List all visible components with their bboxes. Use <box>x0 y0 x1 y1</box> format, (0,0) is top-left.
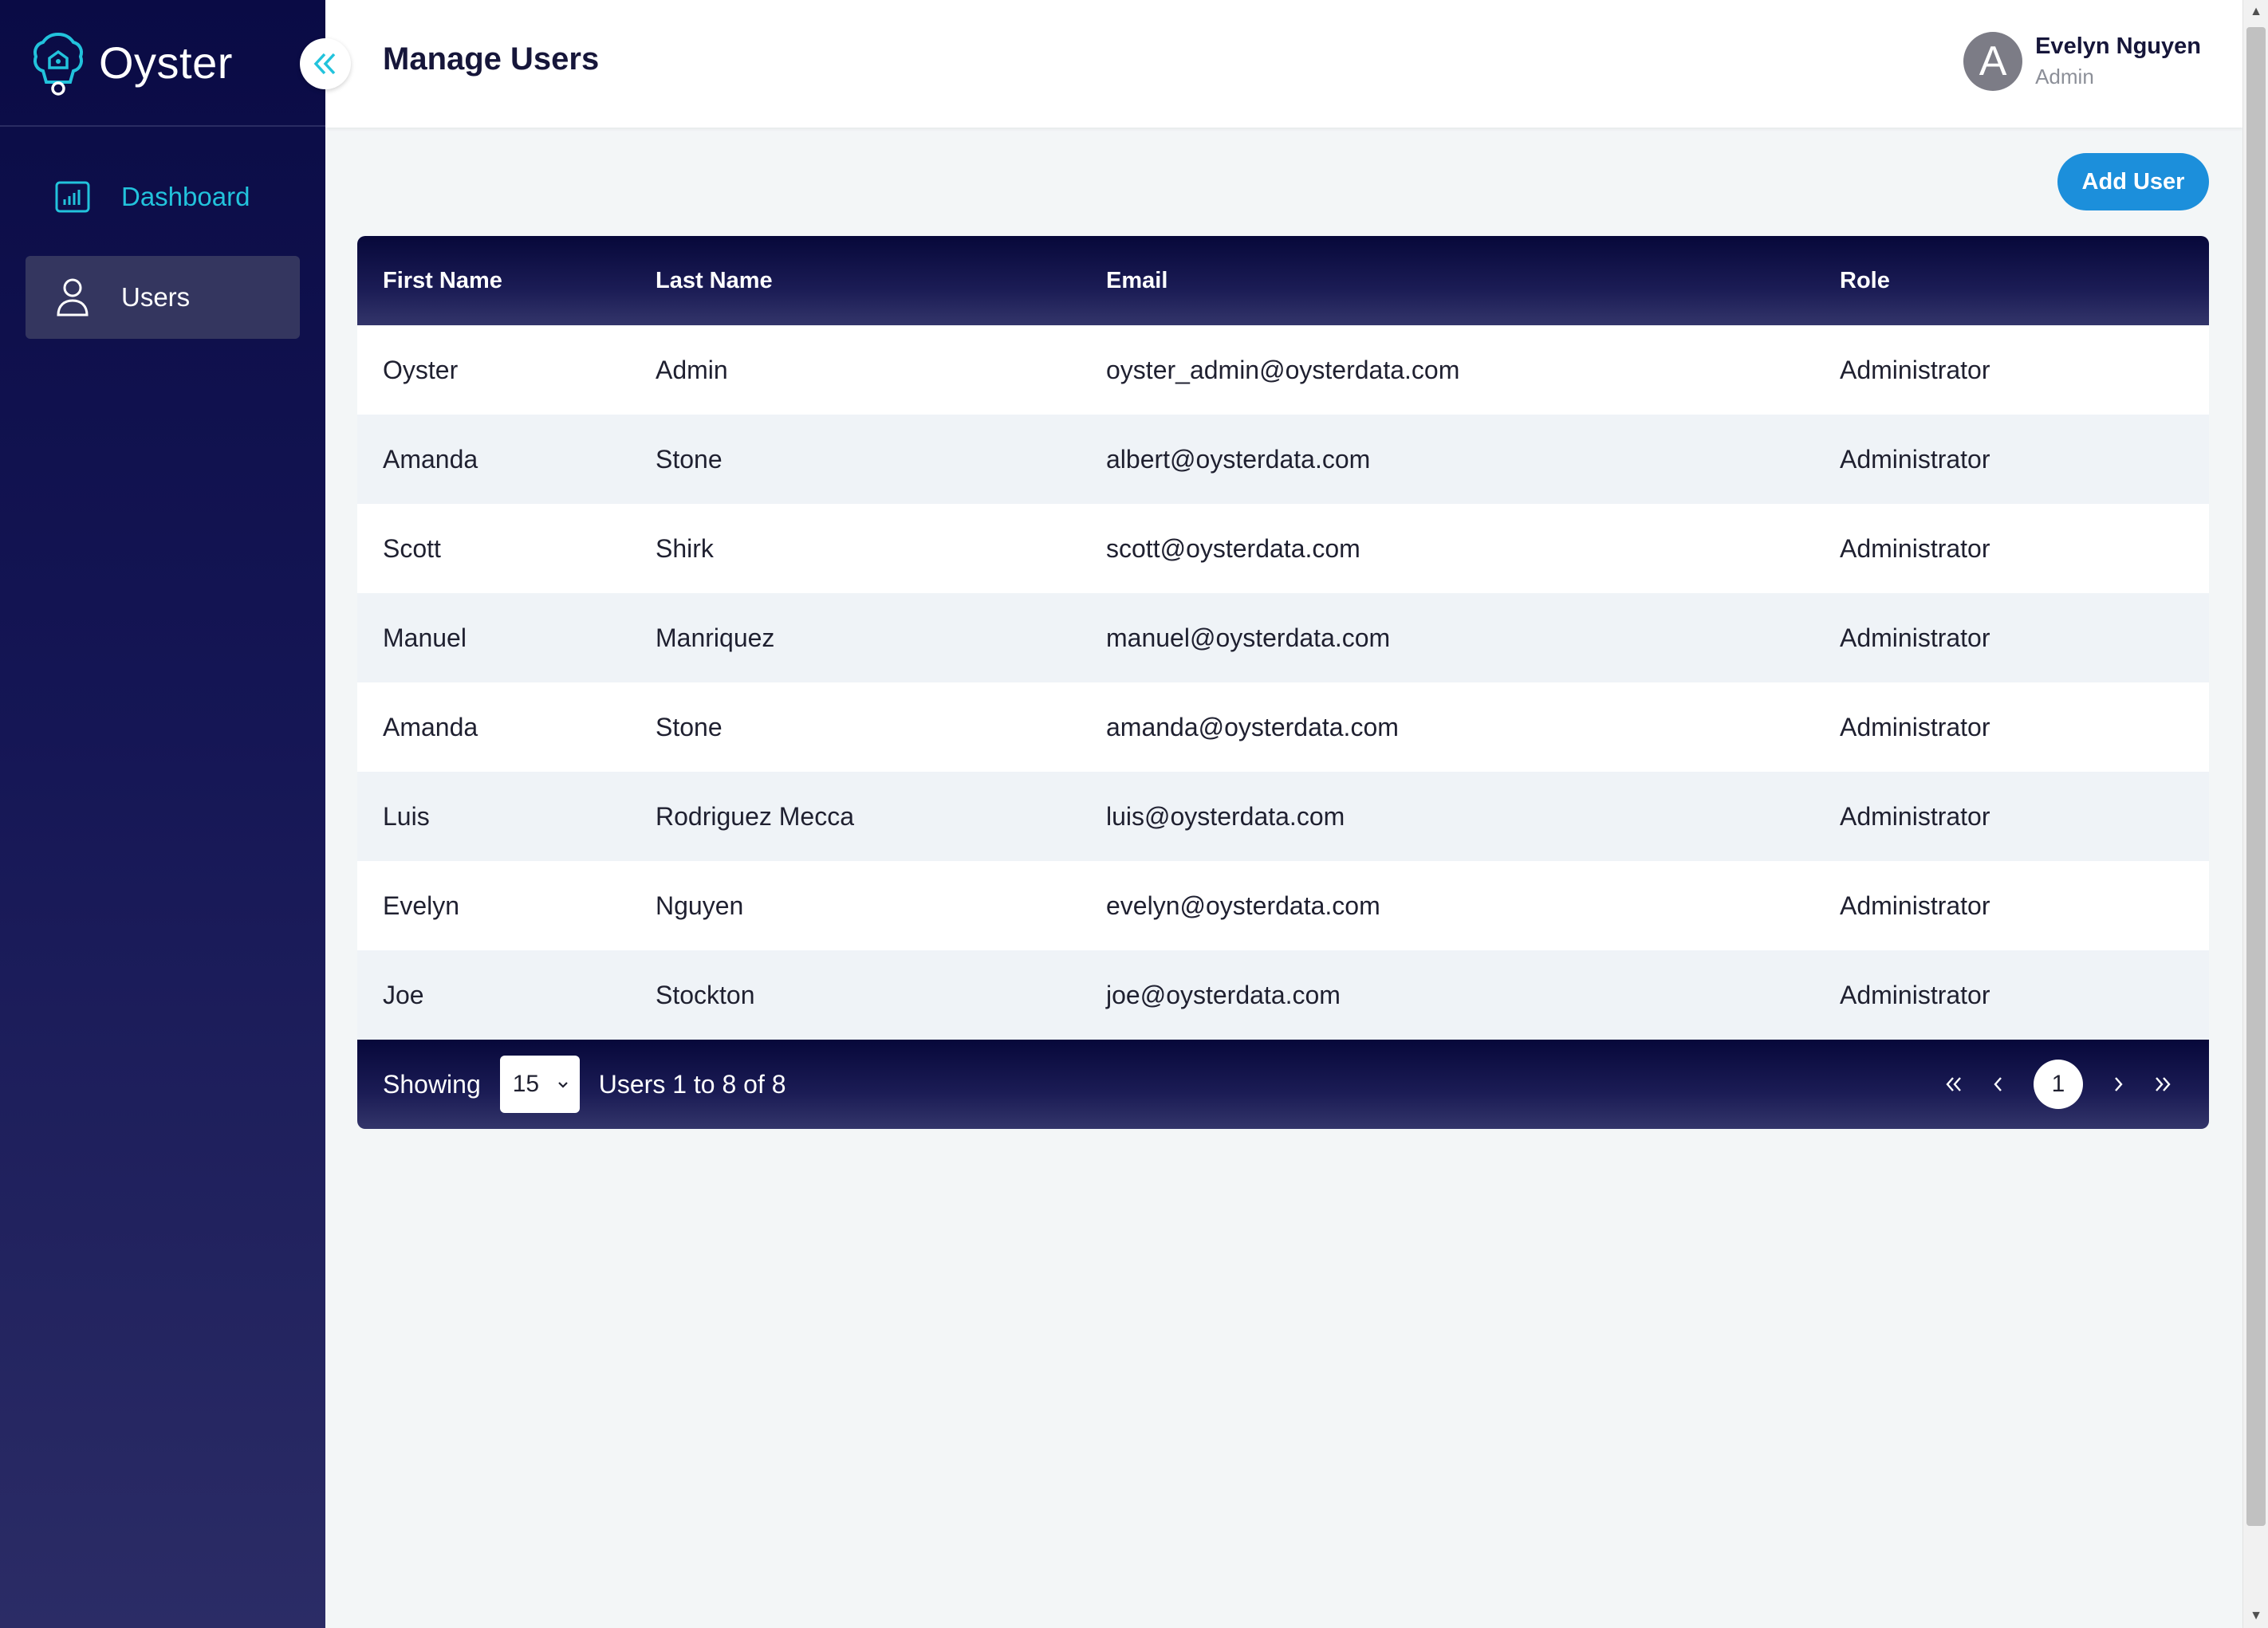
cell-first-name: Manuel <box>383 623 467 652</box>
double-chevron-left-icon <box>1946 1077 1961 1091</box>
next-page-button[interactable] <box>2096 1062 2140 1107</box>
user-name: Evelyn Nguyen <box>2035 33 2201 59</box>
oyster-logo-icon <box>33 32 83 96</box>
vertical-scrollbar[interactable]: ▲ ▼ <box>2242 0 2268 1628</box>
cell-first-name: Amanda <box>383 444 478 474</box>
sidebar: Oyster Dashboard Users <box>0 0 325 1628</box>
cell-last-name: Shirk <box>656 533 714 563</box>
users-table: First Name Last Name Email Role Oyster A… <box>357 236 2209 1129</box>
chevron-left-icon <box>1994 1077 2002 1091</box>
cell-last-name: Rodriguez Mecca <box>656 801 854 831</box>
chevron-down-icon <box>557 1082 568 1088</box>
sidebar-item-label: Dashboard <box>121 182 250 211</box>
cell-last-name: Nguyen <box>656 891 744 920</box>
pagination: 1 <box>1931 1040 2185 1129</box>
app-name: Oyster <box>99 37 233 88</box>
cell-email: joe@oysterdata.com <box>1106 980 1341 1009</box>
add-user-button[interactable]: Add User <box>2057 153 2209 210</box>
avatar: A <box>1963 32 2023 91</box>
page-size-value: 15 <box>512 1071 540 1097</box>
brand: Oyster <box>0 0 325 127</box>
table-row[interactable]: Luis Rodriguez Mecca luis@oysterdata.com… <box>357 772 2209 861</box>
scroll-up-arrow-icon[interactable]: ▲ <box>2243 0 2268 24</box>
user-role: Admin <box>2035 65 2094 88</box>
cell-first-name: Luis <box>383 801 430 831</box>
column-header-email[interactable]: Email <box>1106 268 1840 294</box>
cell-role: Administrator <box>1840 891 1990 920</box>
chevron-right-icon <box>2115 1077 2123 1091</box>
cell-role: Administrator <box>1840 623 1990 652</box>
column-header-last-name[interactable]: Last Name <box>656 268 1106 294</box>
cell-first-name: Oyster <box>383 355 459 384</box>
cell-role: Administrator <box>1840 801 1990 831</box>
range-label: Users 1 to 8 of 8 <box>598 1069 786 1099</box>
table-row[interactable]: Scott Shirk scott@oysterdata.com Adminis… <box>357 504 2209 593</box>
page-number-button[interactable]: 1 <box>2034 1060 2083 1109</box>
column-header-role[interactable]: Role <box>1840 268 2209 294</box>
scroll-down-arrow-icon[interactable]: ▼ <box>2243 1604 2268 1628</box>
cell-last-name: Admin <box>656 355 728 384</box>
bar-chart-icon <box>53 177 93 217</box>
last-page-button[interactable] <box>2140 1062 2185 1107</box>
double-chevron-left-icon <box>313 53 336 75</box>
cell-email: scott@oysterdata.com <box>1106 533 1360 563</box>
top-header: Manage Users A Evelyn Nguyen Admin <box>325 0 2242 128</box>
cell-first-name: Evelyn <box>383 891 460 920</box>
cell-role: Administrator <box>1840 444 1990 474</box>
cell-first-name: Amanda <box>383 712 478 741</box>
column-header-first-name[interactable]: First Name <box>357 268 656 294</box>
cell-last-name: Stone <box>656 712 723 741</box>
table-row[interactable]: Joe Stockton joe@oysterdata.com Administ… <box>357 950 2209 1040</box>
cell-role: Administrator <box>1840 980 1990 1009</box>
sidebar-item-dashboard[interactable]: Dashboard <box>26 155 300 238</box>
cell-last-name: Stockton <box>656 980 755 1009</box>
cell-first-name: Joe <box>383 980 424 1009</box>
table-footer: Showing 15 Users 1 to 8 of 8 1 <box>357 1040 2209 1129</box>
page-title: Manage Users <box>383 41 600 77</box>
cell-first-name: Scott <box>383 533 441 563</box>
cell-role: Administrator <box>1840 712 1990 741</box>
cell-email: amanda@oysterdata.com <box>1106 712 1399 741</box>
user-info: Evelyn Nguyen Admin <box>2035 33 2201 89</box>
cell-email: albert@oysterdata.com <box>1106 444 1371 474</box>
first-page-button[interactable] <box>1931 1062 1976 1107</box>
table-row[interactable]: Evelyn Nguyen evelyn@oysterdata.com Admi… <box>357 861 2209 950</box>
sidebar-item-label: Users <box>121 282 191 312</box>
cell-email: evelyn@oysterdata.com <box>1106 891 1380 920</box>
scrollbar-thumb[interactable] <box>2246 27 2266 1526</box>
double-chevron-right-icon <box>2156 1077 2171 1091</box>
cell-role: Administrator <box>1840 355 1990 384</box>
cell-role: Administrator <box>1840 533 1990 563</box>
table-header: First Name Last Name Email Role <box>357 236 2209 325</box>
table-row[interactable]: Manuel Manriquez manuel@oysterdata.com A… <box>357 593 2209 682</box>
table-row[interactable]: Amanda Stone amanda@oysterdata.com Admin… <box>357 682 2209 772</box>
sidebar-nav: Dashboard Users <box>0 127 325 339</box>
cell-email: luis@oysterdata.com <box>1106 801 1345 831</box>
user-menu[interactable]: A Evelyn Nguyen Admin <box>1963 32 2201 91</box>
cell-last-name: Manriquez <box>656 623 775 652</box>
cell-last-name: Stone <box>656 444 723 474</box>
table-row[interactable]: Oyster Admin oyster_admin@oysterdata.com… <box>357 325 2209 415</box>
table-row[interactable]: Amanda Stone albert@oysterdata.com Admin… <box>357 415 2209 504</box>
user-icon <box>53 277 93 317</box>
sidebar-item-users[interactable]: Users <box>26 256 300 339</box>
cell-email: manuel@oysterdata.com <box>1106 623 1391 652</box>
collapse-sidebar-button[interactable] <box>300 38 351 89</box>
previous-page-button[interactable] <box>1976 1062 2021 1107</box>
cell-email: oyster_admin@oysterdata.com <box>1106 355 1460 384</box>
page-size-select[interactable]: 15 <box>499 1056 580 1113</box>
showing-label: Showing <box>383 1069 481 1099</box>
